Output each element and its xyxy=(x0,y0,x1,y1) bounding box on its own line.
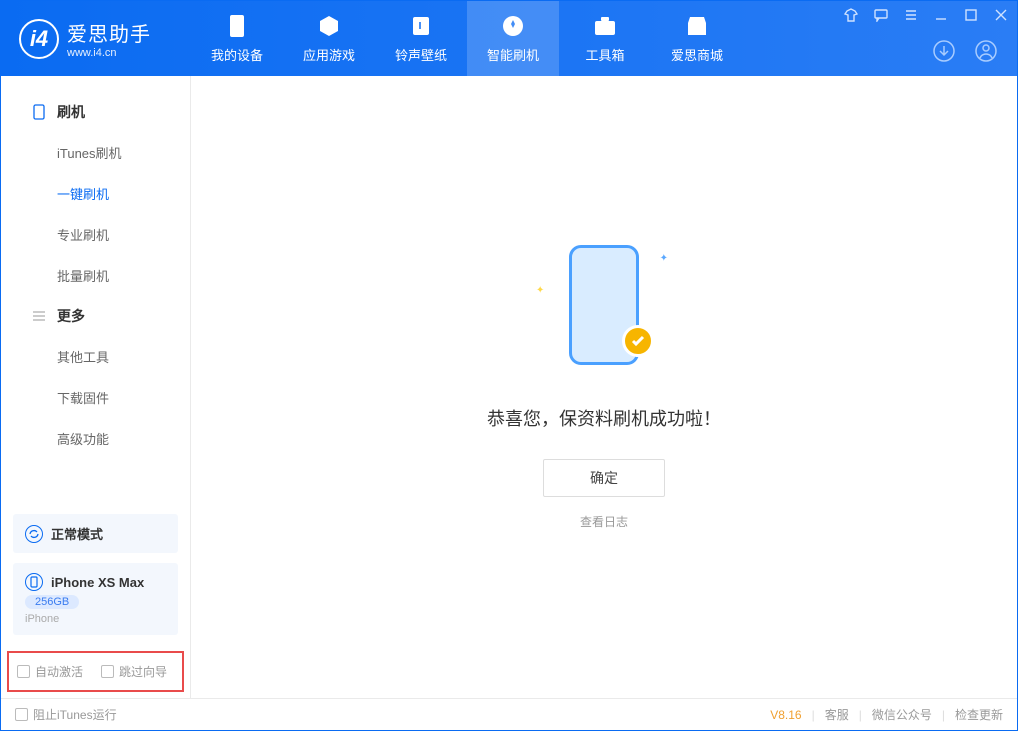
checkbox-icon xyxy=(15,708,28,721)
app-window: i4 爱思助手 www.i4.cn 我的设备 应用游戏 铃声壁纸 智能刷机 xyxy=(0,0,1018,731)
checkbox-label: 自动激活 xyxy=(35,663,83,680)
capacity-badge: 256GB xyxy=(25,595,79,609)
separator: | xyxy=(942,708,945,722)
user-controls xyxy=(931,38,1009,70)
store-icon xyxy=(684,13,710,39)
bottom-options-highlighted: 自动激活 跳过向导 xyxy=(7,651,184,692)
tab-store[interactable]: 爱思商城 xyxy=(651,1,743,76)
feedback-icon[interactable] xyxy=(873,7,889,23)
checkbox-icon xyxy=(101,665,114,678)
nav-item-itunes-flash[interactable]: iTunes刷机 xyxy=(1,132,190,173)
success-illustration: ✦ ✦ xyxy=(554,245,654,375)
checkbox-auto-activate[interactable]: 自动激活 xyxy=(17,663,83,680)
nav-group-title: 更多 xyxy=(57,306,85,326)
cube-icon xyxy=(316,13,342,39)
nav-item-download-firmware[interactable]: 下载固件 xyxy=(1,377,190,418)
sync-icon xyxy=(25,525,43,543)
tab-apps-games[interactable]: 应用游戏 xyxy=(283,1,375,76)
device-type: iPhone xyxy=(25,613,166,625)
success-message: 恭喜您，保资料刷机成功啦！ xyxy=(487,405,721,431)
music-icon xyxy=(408,13,434,39)
tab-label: 应用游戏 xyxy=(303,45,355,64)
gear-icon xyxy=(500,13,526,39)
device-cards: 正常模式 iPhone XS Max 256GB iPhone xyxy=(1,514,190,645)
nav-group-more: 更多 xyxy=(1,296,190,336)
separator: | xyxy=(812,708,815,722)
list-icon xyxy=(31,308,47,324)
nav-item-pro-flash[interactable]: 专业刷机 xyxy=(1,214,190,255)
sidebar: 刷机 iTunes刷机 一键刷机 专业刷机 批量刷机 更多 其他工具 下载固件 … xyxy=(1,76,191,698)
tab-label: 智能刷机 xyxy=(487,45,539,64)
minimize-icon[interactable] xyxy=(933,7,949,23)
checkbox-skip-wizard[interactable]: 跳过向导 xyxy=(101,663,167,680)
separator: | xyxy=(859,708,862,722)
logo-block: i4 爱思助手 www.i4.cn xyxy=(1,18,191,59)
mode-card[interactable]: 正常模式 xyxy=(13,514,178,553)
tab-ringtones[interactable]: 铃声壁纸 xyxy=(375,1,467,76)
nav-item-batch-flash[interactable]: 批量刷机 xyxy=(1,255,190,296)
app-name: 爱思助手 xyxy=(67,18,151,47)
tab-flash[interactable]: 智能刷机 xyxy=(467,1,559,76)
checkbox-label: 阻止iTunes运行 xyxy=(33,706,117,723)
phone-icon xyxy=(31,104,47,120)
checkbox-icon xyxy=(17,665,30,678)
link-support[interactable]: 客服 xyxy=(825,706,849,723)
download-icon[interactable] xyxy=(931,38,957,64)
nav-group-flash: 刷机 xyxy=(1,92,190,132)
titlebar: i4 爱思助手 www.i4.cn 我的设备 应用游戏 铃声壁纸 智能刷机 xyxy=(1,1,1017,76)
window-controls xyxy=(843,7,1009,23)
app-url: www.i4.cn xyxy=(67,47,151,59)
link-wechat[interactable]: 微信公众号 xyxy=(872,706,932,723)
device-icon xyxy=(224,13,250,39)
tab-label: 工具箱 xyxy=(585,45,624,64)
nav-item-advanced[interactable]: 高级功能 xyxy=(1,418,190,459)
tab-my-device[interactable]: 我的设备 xyxy=(191,1,283,76)
toolbox-icon xyxy=(592,13,618,39)
check-badge-icon xyxy=(622,325,654,357)
checkbox-label: 跳过向导 xyxy=(119,663,167,680)
sidebar-nav: 刷机 iTunes刷机 一键刷机 专业刷机 批量刷机 更多 其他工具 下载固件 … xyxy=(1,76,190,514)
nav-group-title: 刷机 xyxy=(57,102,85,122)
user-icon[interactable] xyxy=(973,38,999,64)
sparkle-icon: ✦ xyxy=(536,285,544,296)
ok-button[interactable]: 确定 xyxy=(543,459,665,497)
nav-item-other-tools[interactable]: 其他工具 xyxy=(1,336,190,377)
mode-label: 正常模式 xyxy=(51,524,103,543)
result-panel: ✦ ✦ 恭喜您，保资料刷机成功啦！ 确定 查看日志 xyxy=(487,245,721,530)
tab-toolbox[interactable]: 工具箱 xyxy=(559,1,651,76)
tab-label: 爱思商城 xyxy=(671,45,723,64)
device-card[interactable]: iPhone XS Max 256GB iPhone xyxy=(13,563,178,635)
body: 刷机 iTunes刷机 一键刷机 专业刷机 批量刷机 更多 其他工具 下载固件 … xyxy=(1,76,1017,698)
checkbox-block-itunes[interactable]: 阻止iTunes运行 xyxy=(15,706,117,723)
nav-item-oneclick-flash[interactable]: 一键刷机 xyxy=(1,173,190,214)
maximize-icon[interactable] xyxy=(963,7,979,23)
main-tabs: 我的设备 应用游戏 铃声壁纸 智能刷机 工具箱 爱思商城 xyxy=(191,1,743,76)
tab-label: 铃声壁纸 xyxy=(395,45,447,64)
logo-text: 爱思助手 www.i4.cn xyxy=(67,18,151,59)
link-check-update[interactable]: 检查更新 xyxy=(955,706,1003,723)
version-label: V8.16 xyxy=(770,708,801,722)
sparkle-icon: ✦ xyxy=(660,253,668,264)
main-content: ✦ ✦ 恭喜您，保资料刷机成功啦！ 确定 查看日志 xyxy=(191,76,1017,698)
phone-small-icon xyxy=(25,573,43,591)
statusbar: 阻止iTunes运行 V8.16 | 客服 | 微信公众号 | 检查更新 xyxy=(1,698,1017,730)
menu-icon[interactable] xyxy=(903,7,919,23)
device-name: iPhone XS Max xyxy=(51,575,144,590)
logo-icon: i4 xyxy=(19,19,59,59)
tab-label: 我的设备 xyxy=(211,45,263,64)
view-log-link[interactable]: 查看日志 xyxy=(580,513,628,530)
close-icon[interactable] xyxy=(993,7,1009,23)
shirt-icon[interactable] xyxy=(843,7,859,23)
